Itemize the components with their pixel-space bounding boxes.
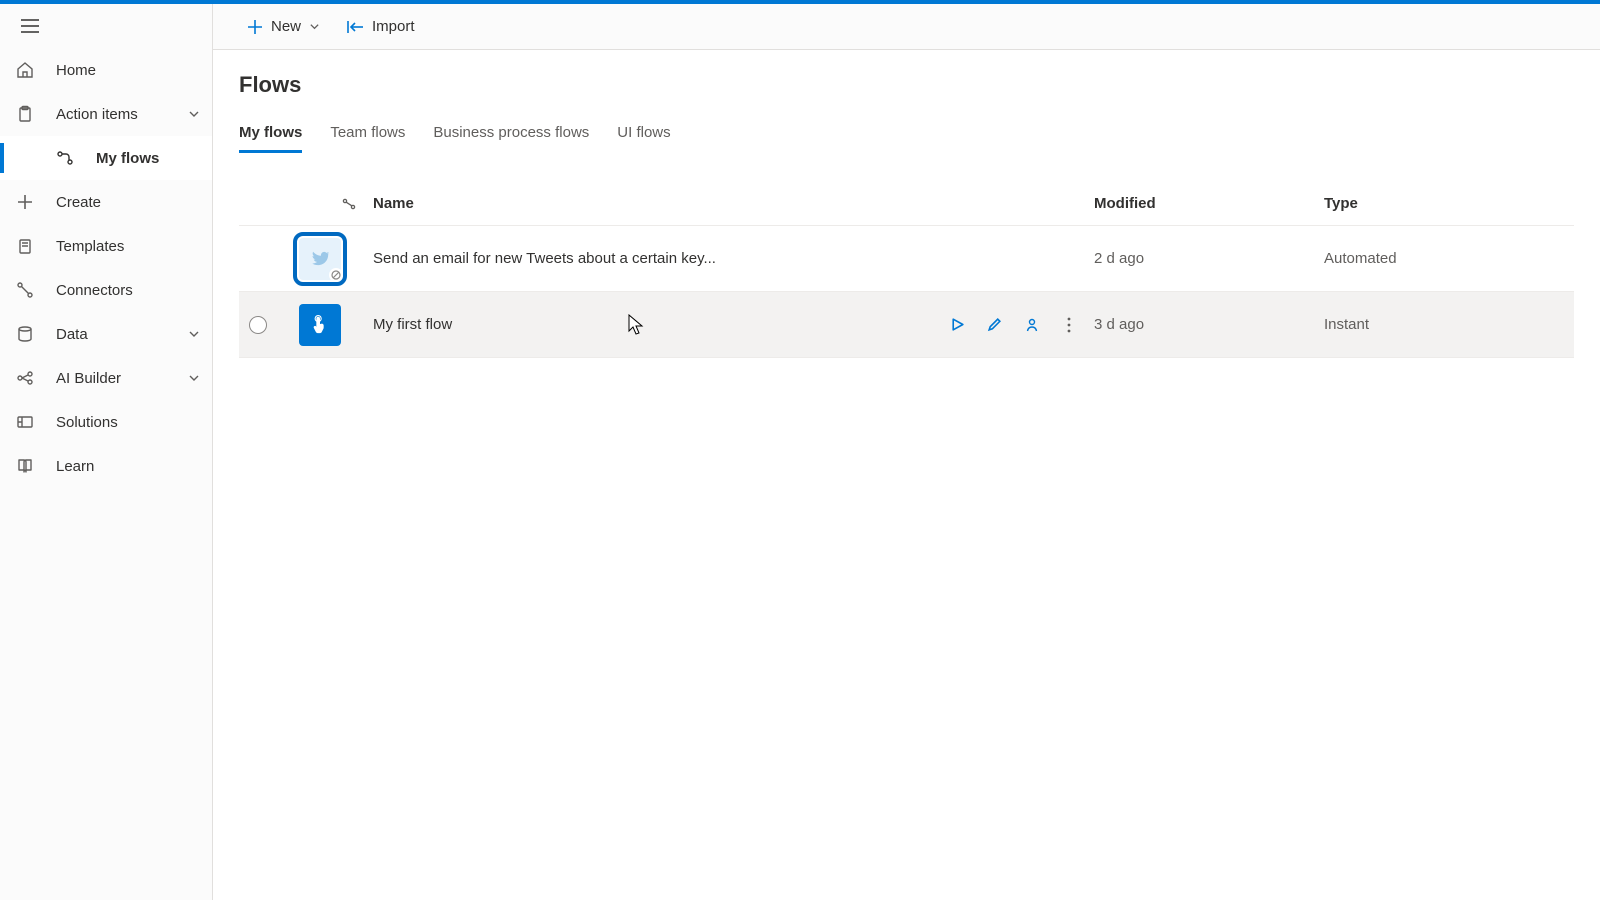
sidebar-item-label: Action items <box>56 106 188 123</box>
sidebar-item-label: Templates <box>56 238 200 255</box>
sidebar-item-learn[interactable]: Learn <box>0 444 212 488</box>
sidebar-item-templates[interactable]: Templates <box>0 224 212 268</box>
sidebar-item-my-flows[interactable]: My flows <box>0 136 212 180</box>
table-row[interactable]: Send an email for new Tweets about a cer… <box>239 226 1574 292</box>
flow-name[interactable]: My first flow <box>373 316 452 333</box>
sidebar-item-label: Home <box>56 62 200 79</box>
sidebar-item-ai-builder[interactable]: AI Builder <box>0 356 212 400</box>
disabled-badge-icon <box>329 268 343 282</box>
sidebar-item-label: My flows <box>96 150 200 167</box>
twitter-icon <box>309 248 331 270</box>
play-icon <box>950 317 965 332</box>
flow-tile-twitter <box>299 238 341 280</box>
flow-type: Instant <box>1324 316 1574 333</box>
sidebar-item-label: Data <box>56 326 188 343</box>
plus-icon <box>247 19 263 35</box>
sidebar-item-label: Create <box>56 194 200 211</box>
new-button-label: New <box>271 18 301 35</box>
flow-tile-button <box>299 304 341 346</box>
ai-builder-icon <box>16 369 44 387</box>
touch-icon <box>309 314 331 336</box>
run-button[interactable] <box>950 317 965 332</box>
tab-team-flows[interactable]: Team flows <box>330 116 405 153</box>
more-button[interactable] <box>1062 317 1076 333</box>
more-vertical-icon <box>1062 317 1076 333</box>
connectors-icon <box>16 281 44 299</box>
flow-modified: 3 d ago <box>1094 316 1324 333</box>
row-select-radio[interactable] <box>249 316 267 334</box>
data-icon <box>16 325 44 343</box>
sidebar-item-label: Learn <box>56 458 200 475</box>
sidebar-item-action-items[interactable]: Action items <box>0 92 212 136</box>
hamburger-menu-button[interactable] <box>16 12 44 40</box>
command-bar: New Import <box>213 4 1600 50</box>
sidebar-item-connectors[interactable]: Connectors <box>0 268 212 312</box>
plus-icon <box>16 193 44 211</box>
tab-ui-flows[interactable]: UI flows <box>617 116 670 153</box>
column-header-name[interactable]: Name <box>363 195 1094 212</box>
learn-icon <box>16 457 44 475</box>
share-person-icon <box>1024 317 1040 333</box>
import-button-label: Import <box>372 18 415 35</box>
flow-modified: 2 d ago <box>1094 250 1324 267</box>
import-button[interactable]: Import <box>336 11 425 43</box>
flow-type: Automated <box>1324 250 1574 267</box>
share-button[interactable] <box>1024 317 1040 333</box>
column-header-type[interactable]: Type <box>1324 195 1574 212</box>
import-icon <box>346 19 364 35</box>
clipboard-icon <box>16 105 44 123</box>
sidebar-item-solutions[interactable]: Solutions <box>0 400 212 444</box>
sidebar-item-label: Connectors <box>56 282 200 299</box>
chevron-down-icon <box>188 108 200 120</box>
table-row[interactable]: My first flow <box>239 292 1574 358</box>
sidebar-item-home[interactable]: Home <box>0 48 212 92</box>
new-button[interactable]: New <box>237 11 330 43</box>
sort-icon[interactable] <box>341 196 357 212</box>
flows-table: Name Modified Type <box>239 182 1574 358</box>
chevron-down-icon <box>188 328 200 340</box>
row-actions <box>950 317 1076 333</box>
pencil-icon <box>987 317 1002 332</box>
tab-my-flows[interactable]: My flows <box>239 116 302 153</box>
chevron-down-icon <box>309 21 320 32</box>
sidebar: Home Action items My flows <box>0 4 213 900</box>
tab-business-process-flows[interactable]: Business process flows <box>433 116 589 153</box>
flow-name[interactable]: Send an email for new Tweets about a cer… <box>373 250 716 267</box>
solutions-icon <box>16 413 44 431</box>
home-icon <box>16 61 44 79</box>
hamburger-icon <box>21 19 39 33</box>
sidebar-item-create[interactable]: Create <box>0 180 212 224</box>
column-header-modified[interactable]: Modified <box>1094 195 1324 212</box>
sidebar-item-label: AI Builder <box>56 370 188 387</box>
main-content: New Import Flows My flows Team flows <box>213 4 1600 900</box>
sidebar-item-data[interactable]: Data <box>0 312 212 356</box>
chevron-down-icon <box>188 372 200 384</box>
templates-icon <box>16 237 44 255</box>
sidebar-item-label: Solutions <box>56 414 200 431</box>
tabs: My flows Team flows Business process flo… <box>239 116 1574 154</box>
edit-button[interactable] <box>987 317 1002 332</box>
page-title: Flows <box>239 72 1574 98</box>
flow-icon <box>56 149 84 167</box>
table-header-row: Name Modified Type <box>239 182 1574 226</box>
